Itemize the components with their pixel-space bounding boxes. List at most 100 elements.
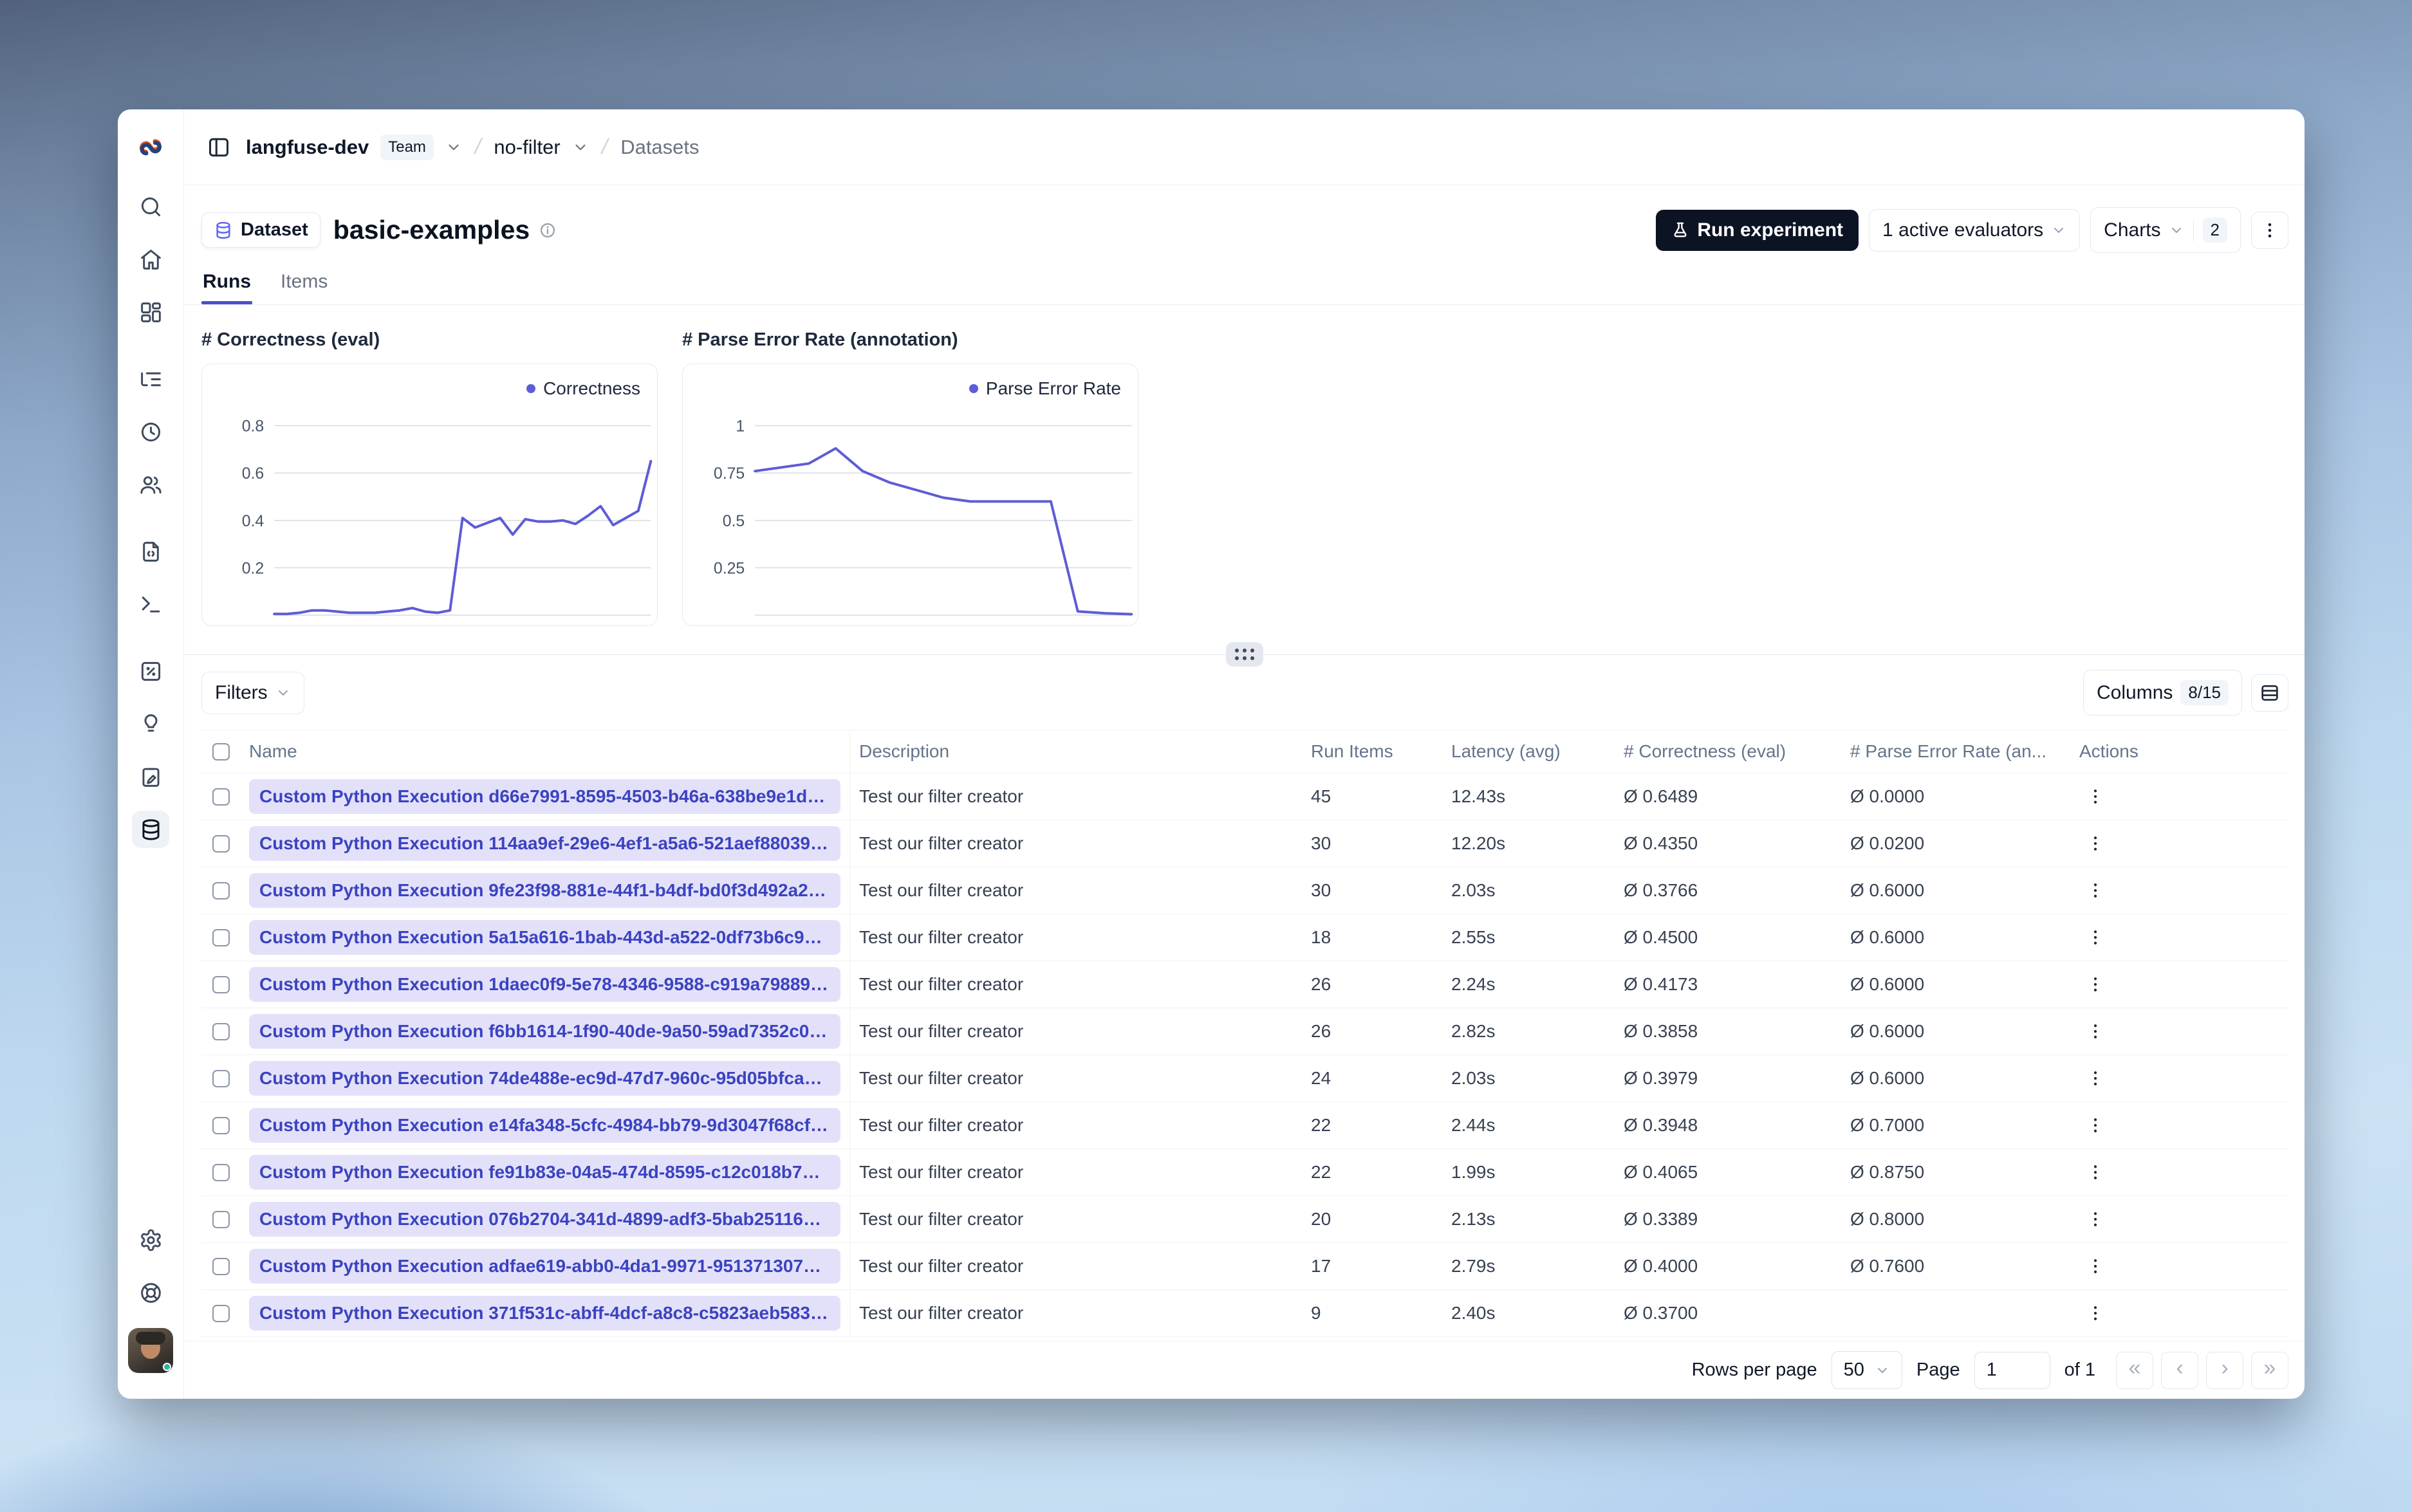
datasets-icon: [142, 818, 160, 840]
sidebar-item-settings[interactable]: [132, 1221, 169, 1258]
page-number-input[interactable]: [1974, 1351, 2050, 1389]
sidebar-item-datasets[interactable]: [132, 811, 169, 848]
row-actions-button[interactable]: [2079, 1250, 2111, 1282]
run-experiment-button[interactable]: Run experiment: [1656, 209, 1859, 251]
row-actions-button[interactable]: [2079, 1062, 2111, 1094]
column-header-correctness[interactable]: # Correctness (eval): [1615, 741, 1841, 762]
rows-per-page-select[interactable]: 50: [1831, 1351, 1902, 1389]
columns-button[interactable]: Columns 8/15: [2083, 670, 2242, 715]
row-checkbox[interactable]: [212, 1210, 230, 1228]
row-actions-button[interactable]: [2079, 827, 2111, 860]
row-actions-button[interactable]: [2079, 1297, 2111, 1329]
row-checkbox[interactable]: [212, 881, 230, 899]
tab-items[interactable]: Items: [281, 271, 328, 304]
run-name-link[interactable]: Custom Python Execution 5a15a616-1bab-44…: [249, 920, 840, 955]
correctness-cell: Ø 0.4065: [1624, 1162, 1698, 1182]
run-name-link[interactable]: Custom Python Execution 9fe23f98-881e-44…: [249, 873, 840, 908]
sidebar-item-dashboard[interactable]: [132, 293, 169, 331]
chevron-down-icon[interactable]: [572, 139, 589, 156]
run-name-link[interactable]: Custom Python Execution e14fa348-5cfc-49…: [249, 1108, 840, 1143]
column-header-description[interactable]: Description: [850, 741, 1302, 762]
column-header-latency[interactable]: Latency (avg): [1442, 741, 1615, 762]
row-checkbox[interactable]: [212, 928, 230, 946]
run-name-link[interactable]: Custom Python Execution adfae619-abb0-4d…: [249, 1249, 840, 1284]
run-items-cell: 26: [1311, 974, 1331, 994]
sidebar-item-support[interactable]: [132, 1274, 169, 1311]
parse-error-rate-plot: 0.25 0.5 0.75 1: [714, 417, 1133, 616]
kebab-menu-icon: [2093, 789, 2097, 804]
sidebar-item-tracing[interactable]: [132, 360, 169, 398]
sidebar-item-prompts[interactable]: [132, 533, 169, 570]
previous-page-button[interactable]: ‹: [2161, 1351, 2198, 1389]
row-checkbox[interactable]: [212, 1257, 230, 1275]
description-cell: Test our filter creator: [859, 1256, 1024, 1276]
sidebar-item-suggestions[interactable]: [132, 705, 169, 742]
correctness-cell: Ø 0.3979: [1624, 1068, 1698, 1088]
info-icon[interactable]: [539, 221, 557, 239]
row-actions-button[interactable]: [2079, 1203, 2111, 1235]
run-name-link[interactable]: Custom Python Execution 114aa9ef-29e6-4e…: [249, 826, 840, 861]
description-cell: Test our filter creator: [859, 927, 1024, 947]
breadcrumb-project[interactable]: langfuse-dev: [246, 136, 369, 159]
breadcrumb-section[interactable]: Datasets: [620, 136, 699, 159]
row-select-cell: [201, 881, 240, 899]
select-all-checkbox[interactable]: [212, 742, 230, 761]
row-actions-button[interactable]: [2079, 1109, 2111, 1141]
correctness-cell: Ø 0.3389: [1624, 1209, 1698, 1229]
run-name-link[interactable]: Custom Python Execution 371f531c-abff-4d…: [249, 1296, 840, 1331]
next-page-button[interactable]: ›: [2206, 1351, 2243, 1389]
actions-cell: [2070, 968, 2288, 1000]
row-height-button[interactable]: [2251, 674, 2288, 712]
run-name-link[interactable]: Custom Python Execution 74de488e-ec9d-47…: [249, 1061, 840, 1096]
header-more-actions-button[interactable]: [2251, 211, 2288, 249]
row-checkbox[interactable]: [212, 834, 230, 853]
sidebar-item-users[interactable]: [132, 466, 169, 503]
name-cell: Custom Python Execution 9fe23f98-881e-44…: [240, 867, 850, 914]
run-items-cell: 18: [1311, 927, 1331, 947]
last-page-button[interactable]: »: [2251, 1351, 2288, 1389]
charts-toggle-button[interactable]: Charts 2: [2090, 207, 2241, 253]
first-page-button[interactable]: «: [2116, 1351, 2153, 1389]
row-actions-button[interactable]: [2079, 874, 2111, 907]
sidebar-item-home[interactable]: [132, 241, 169, 278]
column-header-parse-error-rate[interactable]: # Parse Error Rate (an...: [1841, 741, 2070, 762]
desktop-background: langfuse-dev Team / no-filter / Datasets: [0, 0, 2412, 1512]
active-evaluators-button[interactable]: 1 active evaluators: [1869, 208, 2081, 252]
resize-grip-handle[interactable]: [1225, 642, 1263, 667]
row-checkbox[interactable]: [212, 1116, 230, 1134]
row-checkbox[interactable]: [212, 1022, 230, 1040]
column-header-run-items[interactable]: Run Items: [1302, 741, 1442, 762]
run-name-link[interactable]: Custom Python Execution 1daec0f9-5e78-43…: [249, 967, 840, 1002]
row-checkbox[interactable]: [212, 1069, 230, 1087]
row-actions-button[interactable]: [2079, 1156, 2111, 1188]
user-avatar[interactable]: [128, 1328, 173, 1373]
tab-runs[interactable]: Runs: [201, 271, 252, 304]
row-actions-button[interactable]: [2079, 968, 2111, 1000]
run-name-link[interactable]: Custom Python Execution d66e7991-8595-45…: [249, 779, 840, 814]
sidebar-item-playground[interactable]: [132, 585, 169, 623]
row-actions-button[interactable]: [2079, 921, 2111, 954]
row-checkbox[interactable]: [212, 1304, 230, 1322]
row-checkbox[interactable]: [212, 975, 230, 993]
run-name-link[interactable]: Custom Python Execution fe91b83e-04a5-47…: [249, 1155, 840, 1190]
name-cell: Custom Python Execution 74de488e-ec9d-47…: [240, 1055, 850, 1102]
row-actions-button[interactable]: [2079, 780, 2111, 813]
row-actions-button[interactable]: [2079, 1015, 2111, 1047]
chevron-down-icon[interactable]: [445, 139, 462, 156]
row-checkbox[interactable]: [212, 788, 230, 806]
column-header-name[interactable]: Name: [240, 730, 850, 773]
run-name-link[interactable]: Custom Python Execution f6bb1614-1f90-40…: [249, 1014, 840, 1049]
sidebar-item-search[interactable]: [132, 188, 169, 225]
correctness-chart: Correctness 0.2 0.4 0.6 0.8: [201, 364, 658, 626]
chevron-down-icon: [2169, 223, 2184, 238]
sidebar-item-annotation[interactable]: [132, 758, 169, 795]
filters-button[interactable]: Filters: [201, 671, 304, 714]
sidebar-item-evaluation[interactable]: [132, 652, 169, 690]
charts-section: Correctness 0.2 0.4 0.6 0.8 Parse Error Rat…: [201, 364, 2288, 626]
run-name-link[interactable]: Custom Python Execution 076b2704-341d-48…: [249, 1202, 840, 1237]
sidebar-toggle-icon[interactable]: [203, 132, 234, 163]
latency-cell: 12.43s: [1451, 786, 1506, 806]
row-checkbox[interactable]: [212, 1163, 230, 1181]
breadcrumb-environment[interactable]: no-filter: [494, 136, 560, 159]
sidebar-item-sessions[interactable]: [132, 413, 169, 450]
